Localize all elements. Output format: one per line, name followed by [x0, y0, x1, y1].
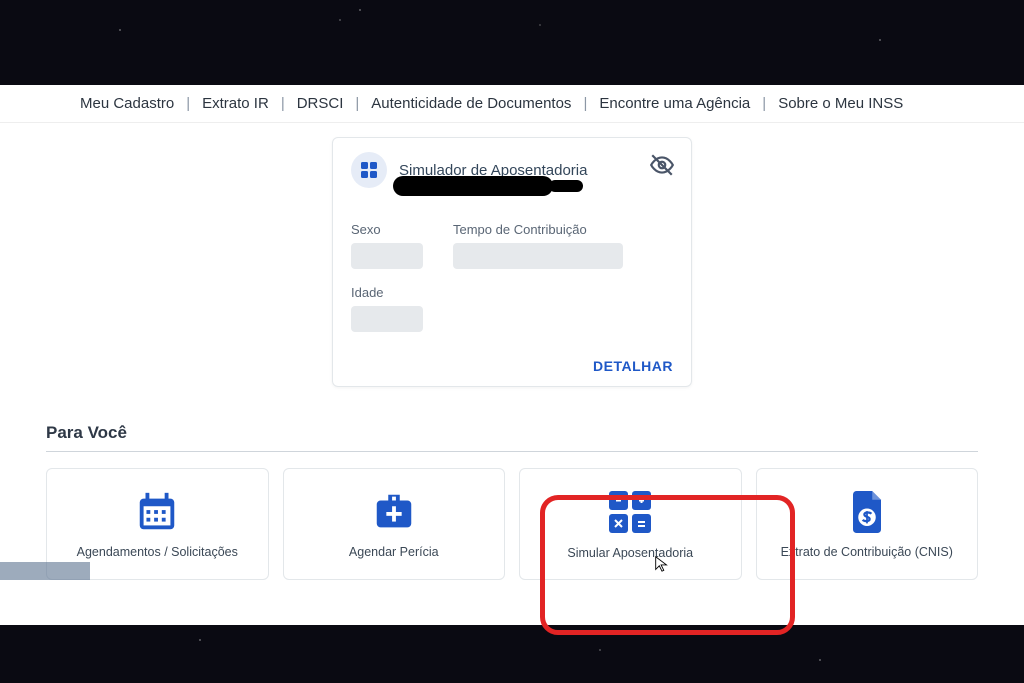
value-tempo [453, 243, 623, 269]
tile-label: Agendamentos / Solicitações [77, 545, 238, 559]
nav-separator: | [762, 95, 766, 112]
nav-sobre[interactable]: Sobre o Meu INSS [778, 95, 903, 112]
card-fields-row: Sexo Tempo de Contribuição [351, 222, 673, 269]
bottom-left-accent [0, 562, 90, 580]
detalhar-link[interactable]: DETALHAR [593, 358, 673, 374]
calculator-icon [606, 488, 654, 536]
nav-extrato-ir[interactable]: Extrato IR [202, 95, 269, 112]
mouse-cursor-icon [653, 555, 671, 573]
value-sexo [351, 243, 423, 269]
field-idade: Idade [351, 285, 673, 332]
tile-extrato-cnis[interactable]: Extrato de Contribuição (CNIS) [756, 468, 979, 580]
tile-label: Simular Aposentadoria [567, 546, 693, 560]
nav-meu-cadastro[interactable]: Meu Cadastro [80, 95, 174, 112]
tile-label: Extrato de Contribuição (CNIS) [781, 545, 953, 559]
document-money-icon [846, 489, 888, 535]
top-nav: Meu Cadastro | Extrato IR | DRSCI | Aute… [0, 85, 1024, 123]
nav-drsci[interactable]: DRSCI [297, 95, 344, 112]
nav-separator: | [186, 95, 190, 112]
label-sexo: Sexo [351, 222, 423, 237]
tile-agendar-pericia[interactable]: Agendar Perícia [283, 468, 506, 580]
visibility-off-icon[interactable] [649, 152, 675, 183]
medical-bag-icon [371, 489, 417, 535]
field-sexo: Sexo [351, 222, 423, 269]
tile-label: Agendar Perícia [349, 545, 439, 559]
section-divider [46, 451, 978, 452]
label-tempo: Tempo de Contribuição [453, 222, 623, 237]
redacted-text [393, 176, 553, 196]
nav-autenticidade[interactable]: Autenticidade de Documentos [371, 95, 571, 112]
tile-simular-aposentadoria[interactable]: Simular Aposentadoria [519, 468, 742, 580]
content-area: Simulador de Aposentadoria Sexo Tempo de… [0, 137, 1024, 580]
card-action-row: DETALHAR [351, 358, 673, 376]
section-title-para-voce: Para Você [46, 423, 984, 443]
field-tempo: Tempo de Contribuição [453, 222, 623, 269]
value-idade [351, 306, 423, 332]
app-page: Meu Cadastro | Extrato IR | DRSCI | Aute… [0, 85, 1024, 625]
simulador-card: Simulador de Aposentadoria Sexo Tempo de… [332, 137, 692, 387]
nav-separator: | [583, 95, 587, 112]
tiles-row: Agendamentos / Solicitações Agendar Perí… [40, 468, 984, 580]
nav-encontre-agencia[interactable]: Encontre uma Agência [599, 95, 750, 112]
nav-separator: | [355, 95, 359, 112]
calendar-icon [134, 489, 180, 535]
label-idade: Idade [351, 285, 673, 300]
grid-apps-icon [351, 152, 387, 188]
nav-separator: | [281, 95, 285, 112]
